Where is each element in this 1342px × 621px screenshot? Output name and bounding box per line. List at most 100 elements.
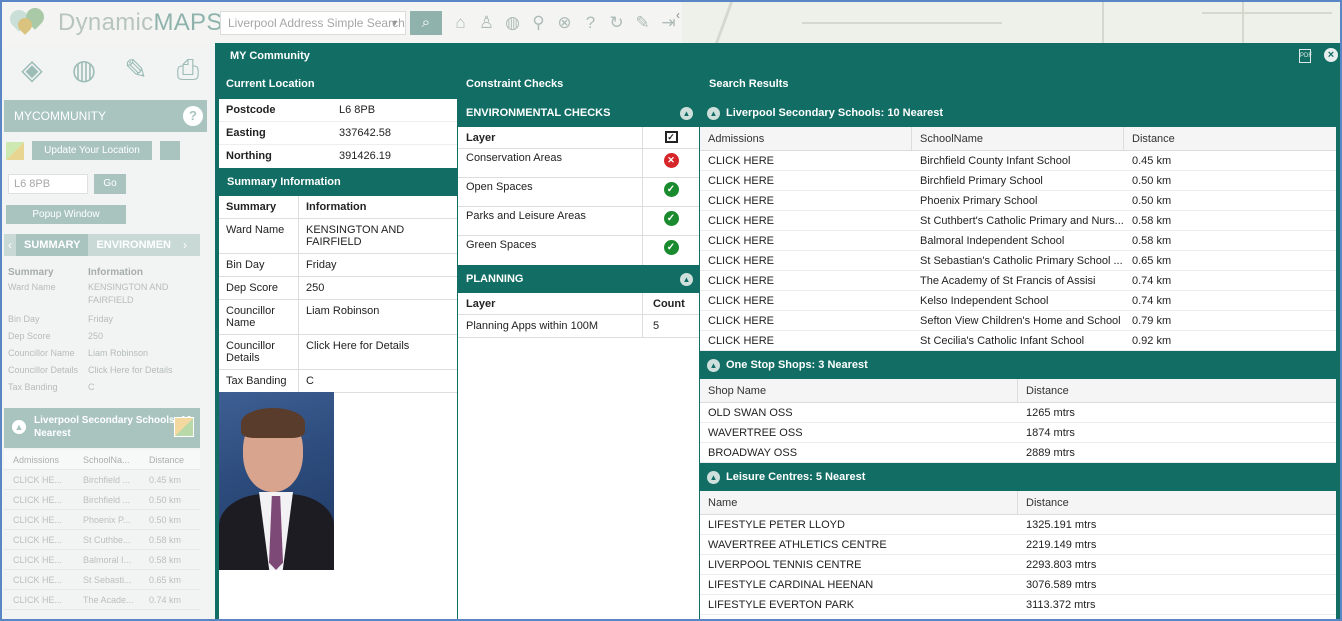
chevron-down-icon[interactable]: ▼ — [390, 12, 399, 34]
table-row[interactable]: BROADWAY OSS 2889 mtrs — [700, 443, 1336, 463]
refresh-icon[interactable]: ↻ — [606, 12, 627, 34]
chevron-up-icon[interactable]: ▲ — [707, 471, 720, 484]
table-row[interactable]: CLICK HE... Birchfield ... 0.50 km — [4, 490, 200, 510]
layer-thumbnail-icon[interactable] — [174, 417, 194, 437]
leisure-results-header[interactable]: ▲ Leisure Centres: 5 Nearest — [700, 463, 1336, 491]
admissions-link[interactable]: CLICK HERE — [700, 271, 912, 290]
table-row[interactable]: CLICK HERE Sefton View Children's Home an… — [700, 311, 1336, 331]
my-community-modal: MY Community PDF × Current Location Cons… — [215, 43, 1340, 619]
globe-icon[interactable]: ◍ — [68, 54, 100, 86]
admissions-link[interactable]: CLICK HERE — [700, 251, 912, 270]
sidebar-header: MYCOMMUNITY ? — [4, 100, 207, 132]
table-row[interactable]: LIFESTYLE CARDINAL HEENAN 3076.589 mtrs — [700, 575, 1336, 595]
address-search-input[interactable]: Liverpool Address Simple Search ▼ — [220, 11, 406, 35]
collapse-toolbar-icon[interactable]: ‹ — [676, 8, 680, 22]
edit-icon[interactable]: ✎ — [120, 54, 152, 86]
map-toolbar: ⌂ ♙ ◍ ⚲ ⊗ ? ↻ ✎ ⇥ — [450, 12, 679, 34]
admissions-link[interactable]: CLICK HERE — [700, 331, 912, 350]
admissions-link[interactable]: CLICK HERE — [700, 171, 912, 190]
table-row[interactable]: CLICK HE... St Cuthbe... 0.58 km — [4, 530, 200, 550]
table-row[interactable]: CLICK HE... Birchfield ... 0.45 km — [4, 470, 200, 490]
location-settings-button[interactable] — [160, 141, 180, 160]
admissions-link[interactable]: CLICK HERE — [700, 231, 912, 250]
person-icon[interactable]: ♙ — [476, 12, 497, 34]
chevron-left-icon[interactable]: ‹ — [4, 234, 16, 256]
sidebar-summary-table: Summary Information Ward Name KENSINGTON A… — [8, 267, 173, 392]
table-row[interactable]: CLICK HERE Birchfield Primary School 0.50 … — [700, 171, 1336, 191]
table-row[interactable]: WAVERTREE OSS 1874 mtrs — [700, 423, 1336, 443]
table-row[interactable]: WAVERTREE ATHLETICS CENTRE 2219.149 mtrs — [700, 535, 1336, 555]
environmental-checks-table: Layer ✓ Conservation Areas ✕ Open Spaces ✓ … — [458, 127, 699, 265]
chevron-right-icon[interactable]: › — [179, 234, 191, 256]
popup-window-button[interactable]: Popup Window — [6, 205, 126, 224]
sidebar-schools-header[interactable]: ▲ Liverpool Secondary Schools: 10 Neares… — [4, 408, 200, 448]
help-icon[interactable]: ? — [183, 106, 203, 126]
layers-icon[interactable]: ◈ — [16, 54, 48, 86]
postcode-input[interactable]: L6 8PB — [8, 174, 88, 194]
constraint-checks-heading: Constraint Checks — [466, 78, 564, 90]
councillor-details-link[interactable]: Click Here for Details — [88, 362, 173, 379]
table-row: Green Spaces ✓ — [458, 236, 699, 265]
table-row[interactable]: CLICK HE... The Acade... 0.74 km — [4, 590, 200, 610]
search-button[interactable]: ⌕ — [410, 11, 442, 35]
environmental-checks-header[interactable]: ENVIRONMENTAL CHECKS ▲ — [458, 99, 699, 127]
admissions-link[interactable]: CLICK HERE — [700, 291, 912, 310]
easting-row: Easting 337642.58 — [219, 122, 457, 145]
leisure-results-table: Name Distance LIFESTYLE PETER LLOYD 1325.… — [700, 491, 1336, 615]
chevron-up-icon[interactable]: ▲ — [680, 273, 693, 286]
summary-information-heading: Summary Information — [219, 168, 457, 196]
edit-icon[interactable]: ✎ — [632, 12, 653, 34]
table-row[interactable]: LIFESTYLE PETER LLOYD 1325.191 mtrs — [700, 515, 1336, 535]
admissions-link[interactable]: CLICK HERE — [700, 311, 912, 330]
tab-summary[interactable]: SUMMARY — [16, 234, 89, 256]
chevron-up-icon[interactable]: ▲ — [12, 420, 26, 434]
close-icon[interactable]: × — [1324, 48, 1338, 62]
table-row[interactable]: CLICK HERE Phoenix Primary School 0.50 km — [700, 191, 1336, 211]
admissions-link[interactable]: CLICK HERE — [700, 211, 912, 230]
table-row[interactable]: OLD SWAN OSS 1265 mtrs — [700, 403, 1336, 423]
table-row[interactable]: CLICK HERE St Cuthbert's Catholic Primary… — [700, 211, 1336, 231]
table-row[interactable]: CLICK HERE Balmoral Independent School 0.5… — [700, 231, 1336, 251]
table-row[interactable]: CLICK HERE St Cecilia's Catholic Infant S… — [700, 331, 1336, 351]
chevron-up-icon[interactable]: ▲ — [707, 107, 720, 120]
chevron-up-icon[interactable]: ▲ — [680, 107, 693, 120]
admissions-link[interactable]: CLICK HERE — [700, 151, 912, 170]
pass-status-icon: ✓ — [663, 240, 679, 255]
schools-results-header[interactable]: ▲ Liverpool Secondary Schools: 10 Neares… — [700, 99, 1336, 127]
constraint-checks-panel: ENVIRONMENTAL CHECKS ▲ Layer ✓ Conservati… — [458, 99, 699, 619]
update-location-button[interactable]: Update Your Location — [32, 141, 152, 160]
shops-results-header[interactable]: ▲ One Stop Shops: 3 Nearest — [700, 351, 1336, 379]
globe-icon[interactable]: ◍ — [502, 12, 523, 34]
councillor-details-link[interactable]: Click Here for Details — [299, 335, 457, 369]
admissions-link[interactable]: CLICK HERE — [700, 191, 912, 210]
sidebar-schools-table: Admissions SchoolNa... Distance CLICK HE..… — [4, 450, 200, 610]
print-icon[interactable]: ⎙ — [172, 54, 204, 86]
planning-table: Layer Count Planning Apps within 100M 5 — [458, 293, 699, 338]
chevron-up-icon[interactable]: ▲ — [707, 359, 720, 372]
table-row[interactable]: CLICK HERE The Academy of St Francis of A… — [700, 271, 1336, 291]
checkbox-edit-icon[interactable]: ✓ — [664, 131, 678, 143]
table-row[interactable]: CLICK HE... Balmoral I... 0.58 km — [4, 550, 200, 570]
clear-icon[interactable]: ⊗ — [554, 12, 575, 34]
location-map-icon — [6, 142, 24, 160]
table-row[interactable]: CLICK HE... St Sebasti... 0.65 km — [4, 570, 200, 590]
tab-environment[interactable]: ENVIRONMEN — [88, 234, 179, 256]
top-bar: DynamicMAPS Liverpool Address Simple Sea… — [2, 2, 1340, 46]
map-pin-icon[interactable]: ⚲ — [528, 12, 549, 34]
map-background[interactable] — [682, 2, 1340, 46]
pass-status-icon: ✓ — [663, 182, 679, 197]
go-button[interactable]: Go — [94, 174, 126, 194]
pdf-icon[interactable]: PDF — [1299, 49, 1312, 63]
table-row[interactable]: LIVERPOOL TENNIS CENTRE 2293.803 mtrs — [700, 555, 1336, 575]
table-row[interactable]: CLICK HE... Phoenix P... 0.50 km — [4, 510, 200, 530]
table-row[interactable]: LIFESTYLE EVERTON PARK 3113.372 mtrs — [700, 595, 1336, 615]
table-row[interactable]: CLICK HERE Kelso Independent School 0.74 k… — [700, 291, 1336, 311]
planning-header[interactable]: PLANNING ▲ — [458, 265, 699, 293]
home-icon[interactable]: ⌂ — [450, 12, 471, 34]
table-row[interactable]: CLICK HERE Birchfield County Infant Schoo… — [700, 151, 1336, 171]
help-icon[interactable]: ? — [580, 12, 601, 34]
table-row: Open Spaces ✓ — [458, 178, 699, 207]
sidebar-toolbar: ◈ ◍ ✎ ⎙ — [16, 54, 204, 86]
table-row[interactable]: CLICK HERE St Sebastian's Catholic Primar… — [700, 251, 1336, 271]
schools-results-table: Admissions SchoolName Distance CLICK HER… — [700, 127, 1336, 351]
